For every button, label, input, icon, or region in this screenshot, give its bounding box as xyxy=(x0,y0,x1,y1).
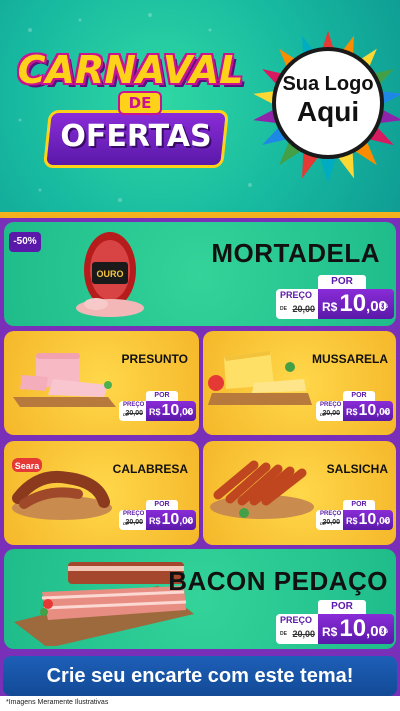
currency-symbol: R$ xyxy=(149,516,161,526)
new-price: R$10,00 KG xyxy=(146,401,196,421)
logo-text-line1: Sua Logo xyxy=(282,73,374,95)
old-price: 20,00 xyxy=(292,629,315,639)
salsicha-image xyxy=(210,460,314,519)
unit-label: KG xyxy=(379,304,388,310)
logo-placeholder[interactable]: Sua Logo Aqui xyxy=(272,47,384,159)
price-integer: 10 xyxy=(358,511,377,528)
price-integer: 10 xyxy=(339,290,367,317)
old-price-box: PREÇO DE 20,00 xyxy=(316,401,343,421)
unit-label: KG xyxy=(185,519,194,525)
de-label: DE xyxy=(280,631,287,637)
currency-symbol: R$ xyxy=(346,516,358,526)
product-name-mortadela: MORTADELA xyxy=(211,238,380,268)
price-tag-calabresa: POR PREÇO DE 20,00 R$10,00 KG xyxy=(119,500,196,530)
old-price-box: PREÇO DE 20,00 xyxy=(276,289,318,319)
cta-banner[interactable]: Crie seu encarte com este tema! xyxy=(3,656,397,696)
old-price: 20,00 xyxy=(322,410,340,417)
title-ofertas: OFERTAS xyxy=(60,119,212,154)
carnaval-title-logo: CARNAVAL DE OFERTAS xyxy=(8,44,253,174)
por-label: POR xyxy=(318,600,366,614)
price-tag-presunto: POR PREÇO DE 20,00 R$10,00 KG xyxy=(119,391,196,421)
old-price-box: PREÇO DE 20,00 xyxy=(276,614,318,644)
price-tag-mussarela: POR PREÇO DE 20,00 R$10,00 KG xyxy=(316,391,393,421)
preco-label: PREÇO xyxy=(123,511,145,517)
mortadela-brand-label: OURO xyxy=(97,269,124,279)
price-tag-mortadela: POR PREÇO DE 20,00 R$10,00 KG xyxy=(276,275,394,319)
old-price-box: PREÇO DE 20,00 xyxy=(119,401,146,421)
por-label: POR xyxy=(146,500,178,510)
price-integer: 10 xyxy=(161,402,180,419)
title-carnaval: CARNAVAL xyxy=(17,48,244,92)
discount-badge: -50% xyxy=(9,232,41,252)
old-price: 20,00 xyxy=(292,304,315,314)
unit-label: KG xyxy=(382,410,391,416)
disclaimer-text: *Imagens Meramente Ilustrativas xyxy=(6,699,109,706)
preco-label: PREÇO xyxy=(123,402,145,408)
old-price-box: PREÇO DE 20,00 xyxy=(119,510,146,530)
por-label: POR xyxy=(343,500,375,510)
new-price: R$10,00 KG xyxy=(318,614,394,644)
title-de: DE xyxy=(118,91,162,115)
currency-symbol: R$ xyxy=(149,407,161,417)
price-integer: 10 xyxy=(339,615,367,642)
de-label: DE xyxy=(280,306,287,312)
new-price: R$10,00 KG xyxy=(318,289,394,319)
mussarela-image xyxy=(208,351,312,405)
preco-label: PREÇO xyxy=(320,402,342,408)
logo-text-line2: Aqui xyxy=(296,96,360,127)
new-price: R$10,00 KG xyxy=(343,401,393,421)
old-price: 20,00 xyxy=(322,519,340,526)
product-name-presunto: PRESUNTO xyxy=(121,352,188,366)
price-integer: 10 xyxy=(161,511,180,528)
unit-label: KG xyxy=(382,519,391,525)
calabresa-brand-label: Seara xyxy=(15,461,41,471)
product-name-calabresa: CALABRESA xyxy=(112,462,188,476)
preco-label: PREÇO xyxy=(280,615,313,625)
product-name-salsicha: SALSICHA xyxy=(326,462,388,476)
currency-symbol: R$ xyxy=(322,625,338,639)
product-name-mussarela: MUSSARELA xyxy=(311,352,388,366)
por-label: POR xyxy=(146,391,178,401)
price-integer: 10 xyxy=(358,402,377,419)
por-label: POR xyxy=(318,275,366,289)
price-tag-salsicha: POR PREÇO DE 20,00 R$10,00 KG xyxy=(316,500,393,530)
currency-symbol: R$ xyxy=(346,407,358,417)
old-price: 20,00 xyxy=(125,519,143,526)
new-price: R$10,00 KG xyxy=(146,510,196,530)
currency-symbol: R$ xyxy=(322,300,338,314)
calabresa-image: Seara xyxy=(12,458,112,520)
header-banner: CARNAVAL DE OFERTAS Sua Logo Aqui xyxy=(0,0,400,218)
mortadela-image: OURO xyxy=(76,232,144,317)
por-label: POR xyxy=(343,391,375,401)
preco-label: PREÇO xyxy=(280,290,313,300)
new-price: R$10,00 KG xyxy=(343,510,393,530)
presunto-image xyxy=(13,353,116,407)
unit-label: KG xyxy=(379,629,388,635)
price-tag-bacon: POR PREÇO DE 20,00 R$10,00 KG xyxy=(276,600,394,644)
old-price-box: PREÇO DE 20,00 xyxy=(316,510,343,530)
preco-label: PREÇO xyxy=(320,511,342,517)
product-name-bacon: BACON PEDAÇO xyxy=(168,566,388,596)
old-price: 20,00 xyxy=(125,410,143,417)
unit-label: KG xyxy=(185,410,194,416)
